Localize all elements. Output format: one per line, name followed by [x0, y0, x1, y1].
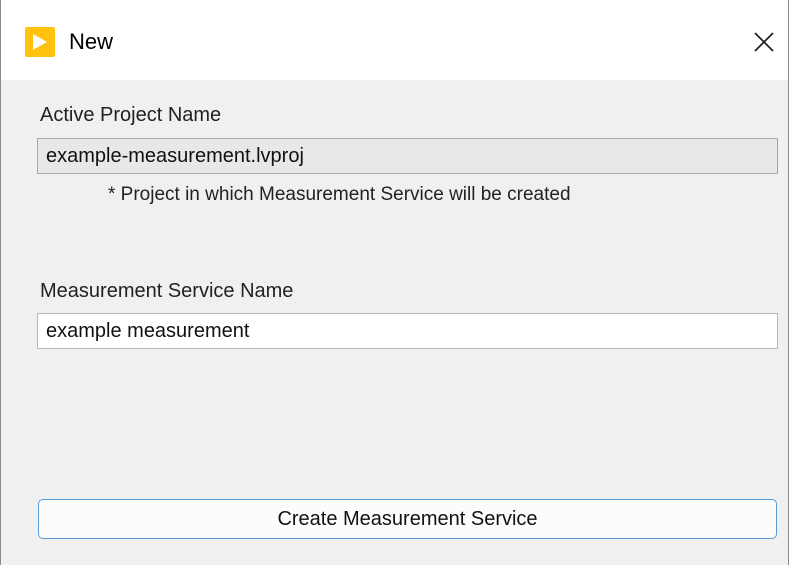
service-name-label: Measurement Service Name — [40, 280, 294, 302]
close-button[interactable] — [740, 20, 788, 64]
title-bar: New — [1, 0, 788, 80]
close-icon — [754, 32, 774, 52]
window-title: New — [69, 29, 114, 54]
active-project-note: * Project in which Measurement Service w… — [108, 184, 571, 205]
new-dialog: New Active Project Name example-measurem… — [0, 0, 789, 565]
active-project-label: Active Project Name — [40, 104, 222, 126]
create-measurement-service-button[interactable]: Create Measurement Service — [38, 499, 777, 539]
active-project-field: example-measurement.lvproj — [37, 138, 778, 174]
app-icon — [25, 27, 55, 57]
service-name-input[interactable] — [37, 313, 778, 349]
